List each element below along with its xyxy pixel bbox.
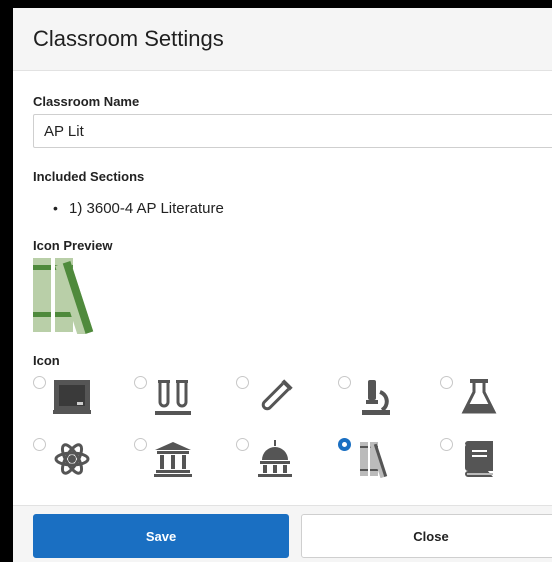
radio-button[interactable] <box>33 438 46 451</box>
radio-button[interactable] <box>33 376 46 389</box>
radio-button[interactable] <box>440 438 453 451</box>
radio-button[interactable] <box>440 376 453 389</box>
icon-label: Icon <box>33 353 60 368</box>
book-icon <box>465 441 493 477</box>
dialog-title: Classroom Settings <box>33 26 224 51</box>
microscope-icon <box>362 380 390 415</box>
icon-option-chalkboard[interactable] <box>33 374 123 424</box>
icon-option-test-tube[interactable] <box>236 374 326 424</box>
icon-option-test-tubes[interactable] <box>134 374 224 424</box>
radio-button[interactable] <box>338 376 351 389</box>
icon-option-flask[interactable] <box>440 374 530 424</box>
icon-option-microscope[interactable] <box>338 374 428 424</box>
dialog-footer: Save Close <box>13 505 552 562</box>
icon-picker-grid <box>33 374 552 519</box>
chalkboard-icon <box>53 380 91 414</box>
books-icon <box>33 258 94 337</box>
icon-option-atom[interactable] <box>33 436 123 486</box>
classroom-name-input[interactable] <box>33 114 552 148</box>
radio-button[interactable] <box>338 438 351 451</box>
test-tubes-icon <box>155 380 191 415</box>
books-icon <box>360 442 388 478</box>
dialog-header: Classroom Settings <box>13 8 552 71</box>
classroom-settings-dialog: Classroom Settings Classroom Name Includ… <box>13 8 552 562</box>
icon-option-book[interactable] <box>440 436 530 486</box>
radio-button[interactable] <box>236 438 249 451</box>
columns-building-icon <box>154 442 192 477</box>
icon-option-columns-building[interactable] <box>134 436 224 486</box>
atom-icon <box>54 443 90 475</box>
save-button[interactable]: Save <box>33 514 289 558</box>
flask-icon <box>461 379 497 414</box>
included-sections-list: 1) 3600-4 AP Literature <box>53 200 224 217</box>
included-sections-label: Included Sections <box>33 169 145 184</box>
radio-button[interactable] <box>134 438 147 451</box>
test-tube-icon <box>261 379 293 411</box>
radio-button[interactable] <box>134 376 147 389</box>
icon-preview <box>33 258 119 337</box>
icon-option-capitol-dome[interactable] <box>236 436 326 486</box>
list-item: 1) 3600-4 AP Literature <box>53 200 224 217</box>
icon-option-books[interactable] <box>338 436 428 486</box>
close-button[interactable]: Close <box>301 514 552 558</box>
icon-preview-label: Icon Preview <box>33 238 113 253</box>
capitol-dome-icon <box>258 440 292 477</box>
classroom-name-label: Classroom Name <box>33 94 140 109</box>
radio-button[interactable] <box>236 376 249 389</box>
